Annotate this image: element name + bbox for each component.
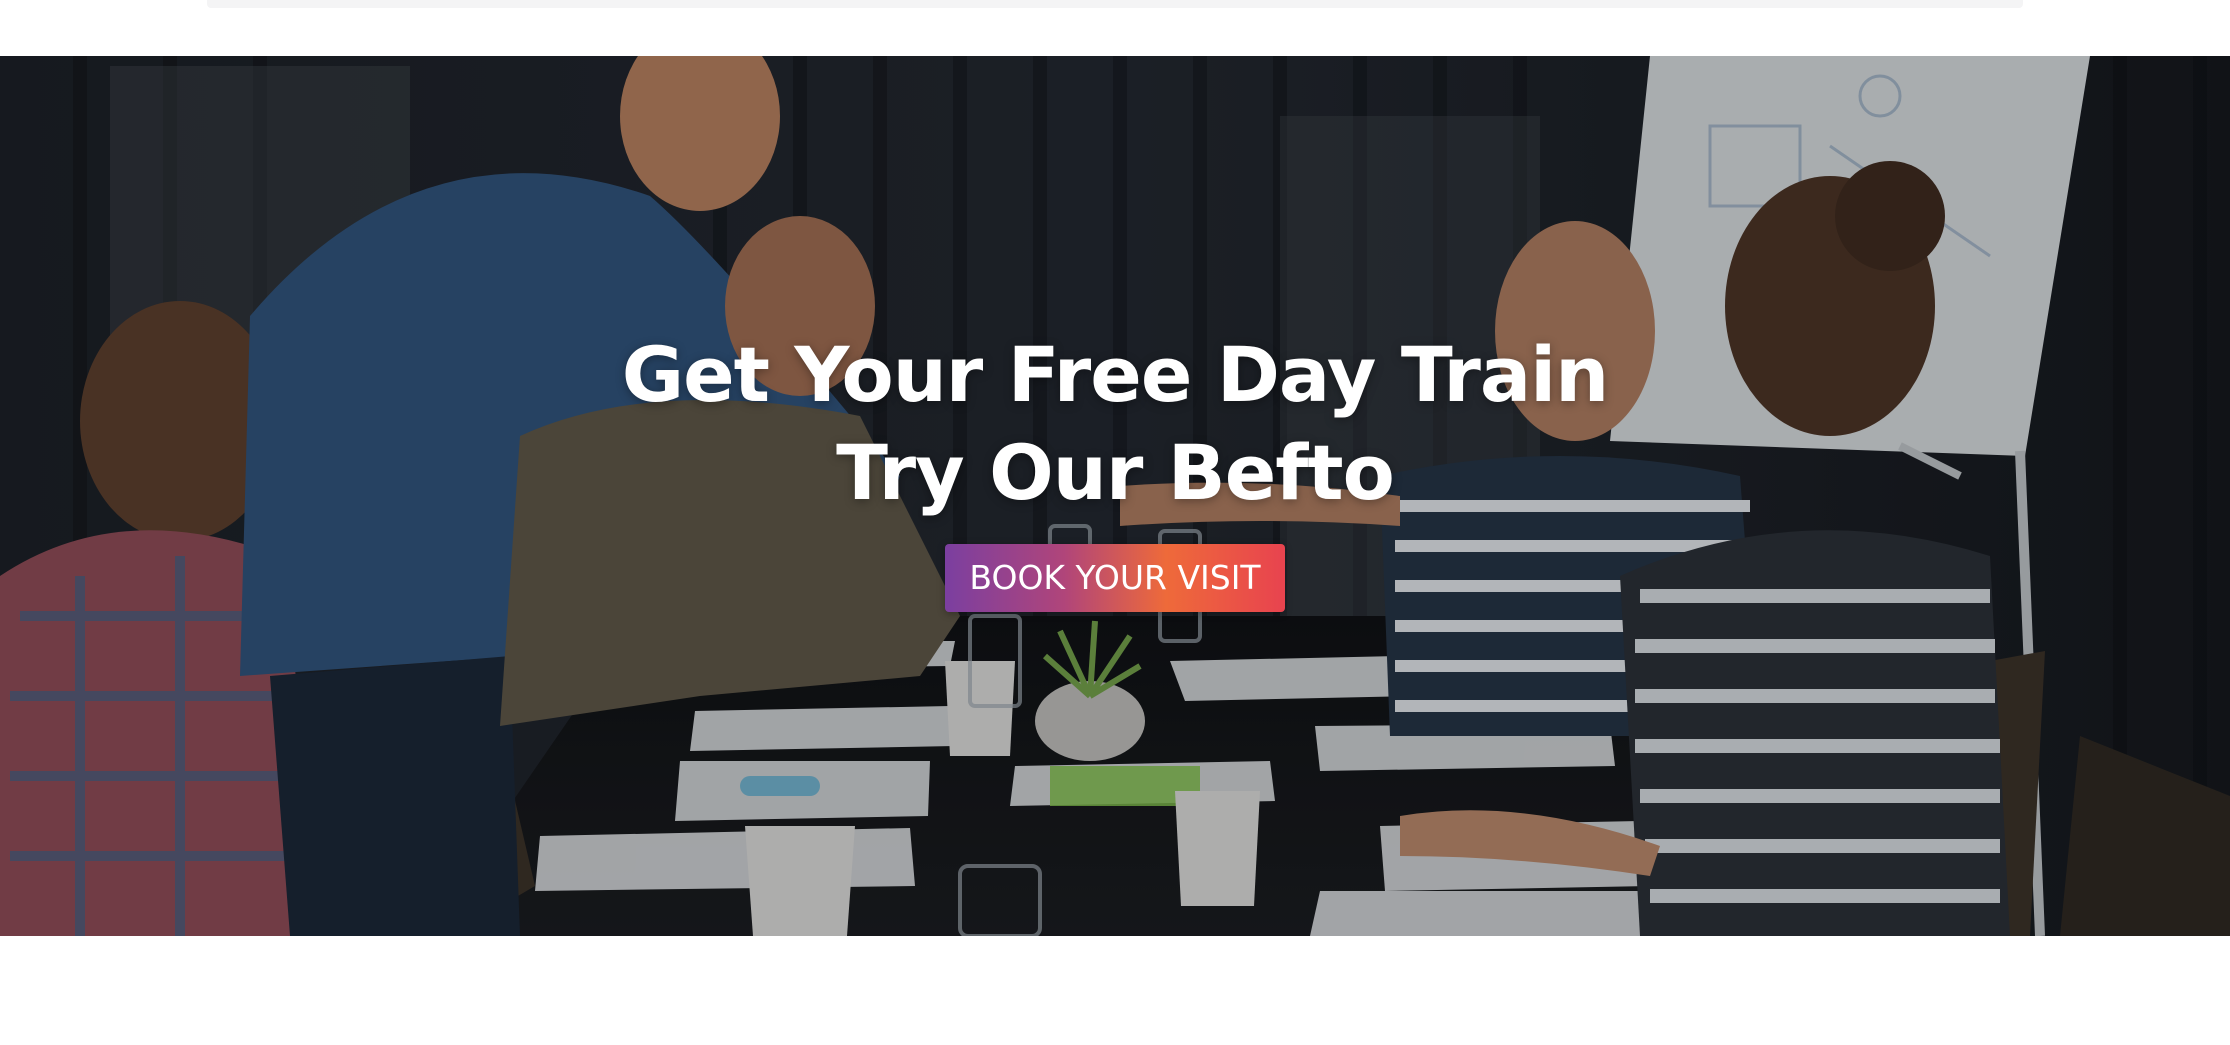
book-your-visit-button[interactable]: BOOK YOUR VISIT xyxy=(945,544,1285,612)
hero-heading-line-1: Get Your Free Day Train xyxy=(621,330,1610,419)
hero-heading: Get Your Free Day Train Try Our Befto xyxy=(0,326,2230,522)
hero-content: Get Your Free Day Train Try Our Befto BO… xyxy=(0,326,2230,612)
hero-banner: Get Your Free Day Train Try Our Befto BO… xyxy=(0,56,2230,936)
header-strip xyxy=(207,0,2023,8)
hero-heading-line-2: Try Our Befto xyxy=(836,428,1395,517)
